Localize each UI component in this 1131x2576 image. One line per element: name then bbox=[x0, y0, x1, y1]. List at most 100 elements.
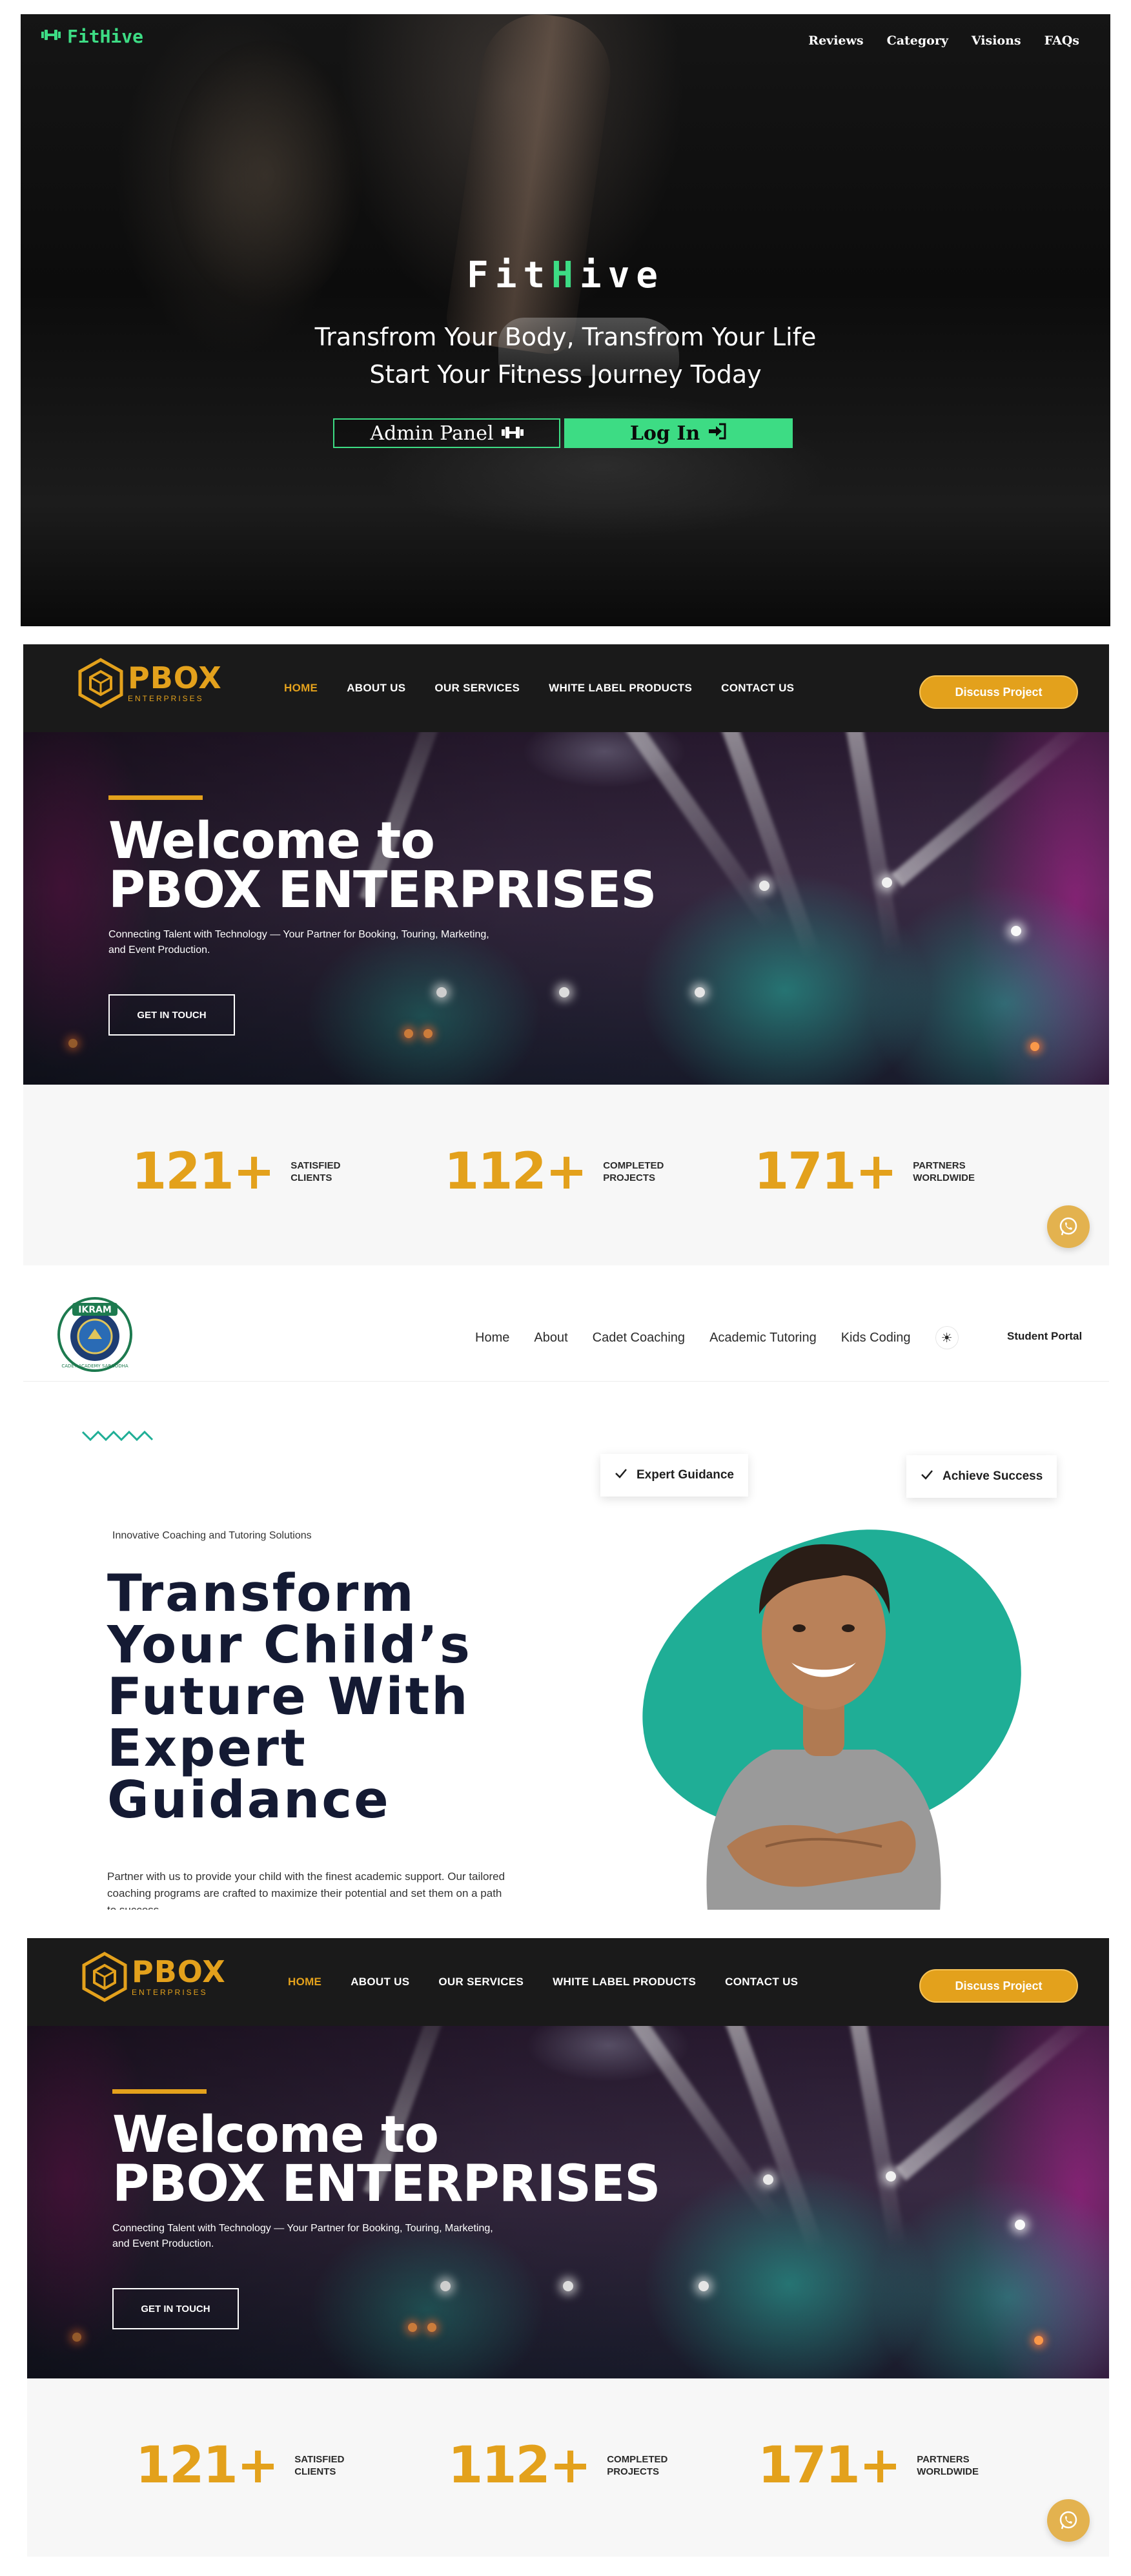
student-portal-link[interactable]: Student Portal bbox=[1007, 1330, 1082, 1343]
stat-label: SATISFIED CLIENTS bbox=[290, 1160, 374, 1185]
stats-section: 121+ SATISFIED CLIENTS 112+ COMPLETED PROJ… bbox=[27, 2378, 1109, 2557]
nav-white-label-products[interactable]: WHITE LABEL PRODUCTS bbox=[553, 1976, 696, 1988]
nav-home[interactable]: Home bbox=[475, 1331, 509, 1345]
get-in-touch-button[interactable]: GET IN TOUCH bbox=[112, 2288, 239, 2329]
ikram-academy-screen: IKRAM CADET ACADEMY SARGODHA Home About … bbox=[23, 1265, 1109, 1910]
admin-panel-button[interactable]: Admin Panel bbox=[333, 418, 560, 448]
pbox-hero: Welcome to PBOX ENTERPRISES Connecting T… bbox=[23, 732, 1109, 1085]
whatsapp-icon bbox=[1059, 1217, 1077, 1236]
stat-value: 171+ bbox=[758, 2437, 901, 2495]
title-accent-letter: H bbox=[551, 254, 580, 296]
seal-text: IKRAM bbox=[78, 1305, 112, 1315]
nav-reviews[interactable]: Reviews bbox=[808, 34, 863, 48]
nav-faqs[interactable]: FAQs bbox=[1044, 34, 1079, 48]
stat-label: PARTNERS WORLDWIDE bbox=[913, 1160, 997, 1185]
whatsapp-icon bbox=[1059, 2511, 1077, 2530]
ikram-seal-logo[interactable]: IKRAM CADET ACADEMY SARGODHA bbox=[57, 1296, 133, 1373]
stat-label-line-1: SATISFIED bbox=[294, 2453, 345, 2465]
stat-label-line-2: WORLDWIDE bbox=[917, 2466, 979, 2477]
nav-home[interactable]: HOME bbox=[284, 682, 318, 695]
hero-eyebrow: Innovative Coaching and Tutoring Solutio… bbox=[112, 1530, 312, 1541]
hero-accent-bar bbox=[108, 795, 203, 800]
login-label: Log In bbox=[629, 422, 700, 445]
cube-logo-icon bbox=[82, 1952, 127, 2002]
stat-value: 121+ bbox=[136, 2437, 279, 2495]
nav-white-label-products[interactable]: WHITE LABEL PRODUCTS bbox=[549, 682, 692, 695]
nav-cadet-coaching[interactable]: Cadet Coaching bbox=[593, 1331, 685, 1345]
discuss-project-button[interactable]: Discuss Project bbox=[919, 675, 1078, 709]
stat-label: PARTNERS WORLDWIDE bbox=[917, 2453, 1001, 2479]
fithive-hero-title: FitHive bbox=[21, 254, 1110, 296]
nav-about[interactable]: About bbox=[534, 1331, 567, 1345]
checkmark-icon bbox=[615, 1468, 627, 1482]
stat-clients: 121+ SATISFIED CLIENTS bbox=[136, 2437, 378, 2495]
stat-label-line-2: PROJECTS bbox=[607, 2466, 660, 2477]
dumbbell-icon bbox=[501, 422, 524, 445]
pbox-screen-2: PBOX ENTERPRISES HOME ABOUT US OUR SERVI… bbox=[27, 1938, 1109, 2557]
discuss-project-button[interactable]: Discuss Project bbox=[919, 1969, 1078, 2003]
chip-label: Expert Guidance bbox=[637, 1468, 734, 1482]
stat-label: COMPLETED PROJECTS bbox=[603, 1160, 687, 1185]
nav-our-services[interactable]: OUR SERVICES bbox=[438, 1976, 524, 1988]
title-part-1: Fit bbox=[466, 254, 552, 296]
nav-category[interactable]: Category bbox=[887, 34, 948, 48]
pbox-logo-name: PBOX bbox=[128, 660, 222, 695]
stat-label-line-1: PARTNERS bbox=[913, 1160, 966, 1171]
stat-value: 112+ bbox=[444, 1143, 587, 1201]
fithive-hero-screen: FitHive Reviews Category Visions FAQs Fi… bbox=[21, 14, 1110, 626]
nav-home[interactable]: HOME bbox=[288, 1976, 321, 1988]
pbox-hero: Welcome to PBOX ENTERPRISES Connecting T… bbox=[27, 2026, 1109, 2378]
nav-about-us[interactable]: ABOUT US bbox=[351, 1976, 409, 1988]
admin-panel-label: Admin Panel bbox=[370, 422, 494, 445]
hero-description: Connecting Talent with Technology — Your… bbox=[108, 929, 489, 956]
stat-clients: 121+ SATISFIED CLIENTS bbox=[132, 1143, 374, 1201]
stat-projects: 112+ COMPLETED PROJECTS bbox=[444, 1143, 687, 1201]
stat-label-line-2: CLIENTS bbox=[290, 1172, 332, 1183]
pbox-header: PBOX ENTERPRISES HOME ABOUT US OUR SERVI… bbox=[27, 1938, 1109, 2026]
whatsapp-button[interactable] bbox=[1047, 1205, 1090, 1248]
stat-label-line-2: WORLDWIDE bbox=[913, 1172, 975, 1183]
hero-accent-bar bbox=[112, 2089, 207, 2094]
pbox-logo[interactable]: PBOX ENTERPRISES bbox=[81, 1951, 226, 2003]
whatsapp-button[interactable] bbox=[1047, 2499, 1090, 2542]
nav-about-us[interactable]: ABOUT US bbox=[347, 682, 405, 695]
get-in-touch-button[interactable]: GET IN TOUCH bbox=[108, 994, 235, 1036]
nav-our-services[interactable]: OUR SERVICES bbox=[434, 682, 520, 695]
hero-subtitle-line-1: Transfrom Your Body, Transfrom Your Life bbox=[314, 323, 817, 351]
login-button[interactable]: Log In bbox=[564, 418, 793, 448]
stat-label-line-1: PARTNERS bbox=[917, 2453, 970, 2465]
pbox-logo[interactable]: PBOX ENTERPRISES bbox=[77, 657, 222, 709]
dumbbell-icon bbox=[41, 28, 61, 45]
fithive-nav: Reviews Category Visions FAQs bbox=[808, 34, 1079, 48]
ikram-header: IKRAM CADET ACADEMY SARGODHA Home About … bbox=[23, 1265, 1109, 1382]
seal-ring-text: CADET ACADEMY SARGODHA bbox=[61, 1364, 128, 1369]
nav-visions[interactable]: Visions bbox=[972, 34, 1021, 48]
zigzag-decoration bbox=[81, 1430, 154, 1442]
hero-paragraph: Partner with us to provide your child wi… bbox=[107, 1870, 505, 1910]
nav-academic-tutoring[interactable]: Academic Tutoring bbox=[709, 1331, 817, 1345]
stat-partners: 171+ PARTNERS WORLDWIDE bbox=[758, 2437, 1001, 2495]
ikram-nav: Home About Cadet Coaching Academic Tutor… bbox=[475, 1326, 959, 1349]
theme-toggle-button[interactable]: ☀ bbox=[935, 1326, 959, 1349]
headline-line-4: Expert bbox=[107, 1719, 307, 1778]
stat-label-line-2: PROJECTS bbox=[603, 1172, 656, 1183]
fithive-logo[interactable]: FitHive bbox=[41, 26, 143, 47]
stat-value: 121+ bbox=[132, 1143, 275, 1201]
nav-contact-us[interactable]: CONTACT US bbox=[725, 1976, 798, 1988]
hero-subtitle-line-2: Start Your Fitness Journey Today bbox=[369, 360, 762, 389]
expert-guidance-chip: Expert Guidance bbox=[600, 1454, 748, 1497]
stat-label-line-2: CLIENTS bbox=[294, 2466, 336, 2477]
headline-line-3: Future With bbox=[107, 1667, 470, 1726]
hero-title-line-1: Welcome to bbox=[108, 812, 435, 870]
nav-contact-us[interactable]: CONTACT US bbox=[721, 682, 794, 695]
pbox-logo-sub: ENTERPRISES bbox=[132, 1988, 208, 1997]
smiling-student-image bbox=[706, 1544, 941, 1910]
headline-line-2: Your Child’s bbox=[107, 1615, 472, 1675]
nav-kids-coding[interactable]: Kids Coding bbox=[841, 1331, 911, 1345]
chip-label: Achieve Success bbox=[942, 1469, 1043, 1483]
achieve-success-chip: Achieve Success bbox=[906, 1455, 1057, 1498]
hero-description: Connecting Talent with Technology — Your… bbox=[112, 2223, 493, 2249]
checkmark-icon bbox=[921, 1469, 933, 1484]
headline-line-1: Transform bbox=[107, 1564, 416, 1623]
pbox-logo-sub: ENTERPRISES bbox=[128, 694, 204, 703]
